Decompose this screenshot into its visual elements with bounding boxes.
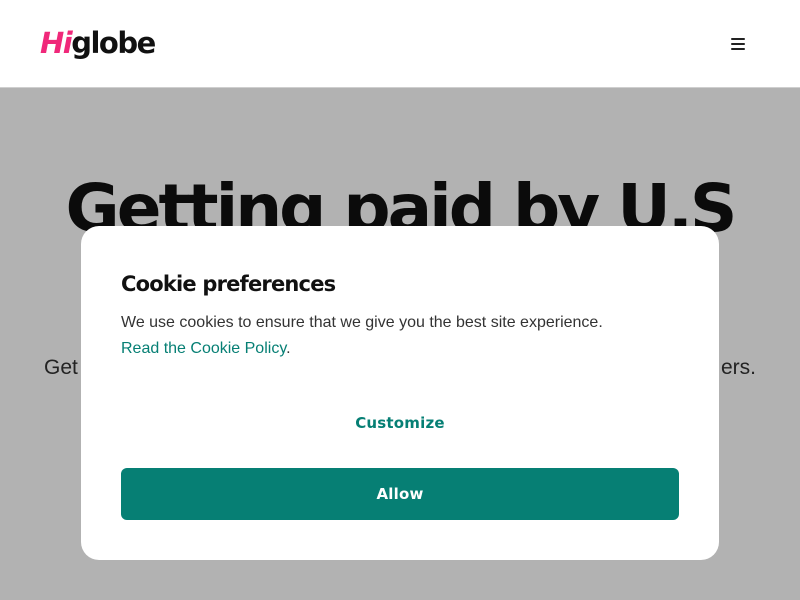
menu-bar [731,48,745,50]
logo-globe-text: globe [71,26,156,60]
customize-button[interactable]: Customize [81,414,719,432]
menu-bar [731,43,745,45]
hamburger-menu-icon[interactable] [726,32,750,56]
cookie-policy-line: Read the Cookie Policy. [121,340,291,358]
site-header: Hi globe [0,0,800,88]
cookie-preferences-dialog: Cookie preferences We use cookies to ens… [81,226,719,560]
cookie-policy-link[interactable]: Read the Cookie Policy [121,340,286,357]
allow-button[interactable]: Allow [121,468,679,520]
cookie-dialog-text: We use cookies to ensure that we give yo… [121,314,603,331]
cookie-policy-suffix: . [286,340,291,357]
higlobe-logo[interactable]: Hi globe [40,26,156,62]
logo-hi-text: Hi [40,26,73,60]
menu-bar [731,38,745,40]
cookie-dialog-title: Cookie preferences [121,272,336,296]
